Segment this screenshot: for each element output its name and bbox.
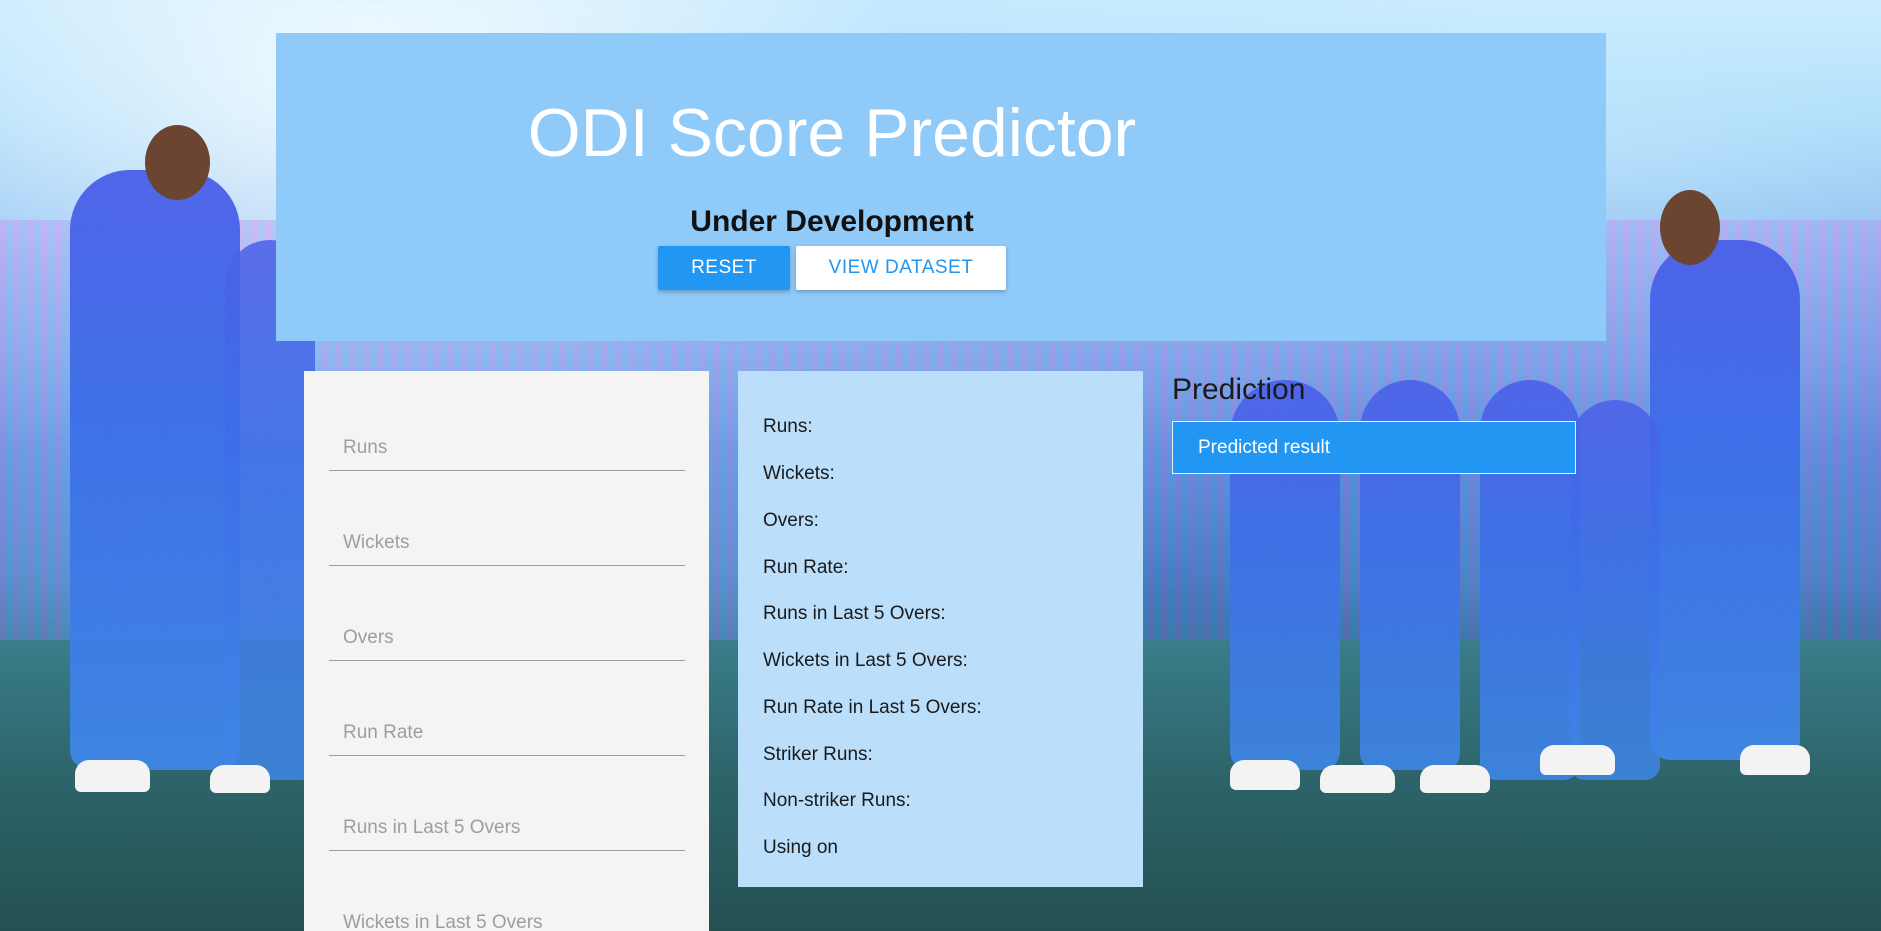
summary-run-rate: Run Rate: bbox=[763, 557, 849, 578]
wickets-last5-input[interactable] bbox=[329, 903, 685, 931]
summary-wickets: Wickets: bbox=[763, 463, 835, 484]
values-summary: Runs: Wickets: Overs: Run Rate: Runs in … bbox=[738, 371, 1143, 887]
summary-runs-last5: Runs in Last 5 Overs: bbox=[763, 603, 946, 624]
summary-striker-runs: Striker Runs: bbox=[763, 744, 873, 765]
overs-input[interactable] bbox=[329, 618, 685, 658]
runs-input[interactable] bbox=[329, 428, 685, 468]
header-card: ODI Score Predictor Under Development RE… bbox=[276, 33, 1606, 341]
runs-last5-input[interactable] bbox=[329, 808, 685, 848]
wickets-last5-field bbox=[329, 903, 685, 931]
summary-run-rate-last5: Run Rate in Last 5 Overs: bbox=[763, 697, 982, 718]
summary-runs: Runs: bbox=[763, 416, 813, 437]
page-title: ODI Score Predictor bbox=[527, 95, 1137, 171]
summary-using-on: Using on bbox=[763, 837, 838, 858]
summary-non-striker-runs: Non-striker Runs: bbox=[763, 790, 911, 811]
reset-button[interactable]: RESET bbox=[658, 246, 790, 290]
predicted-result: Predicted result bbox=[1172, 421, 1576, 474]
summary-overs: Overs: bbox=[763, 510, 819, 531]
runs-field bbox=[329, 428, 685, 471]
summary-wickets-last5: Wickets in Last 5 Overs: bbox=[763, 650, 968, 671]
page-subtitle: Under Development bbox=[690, 205, 974, 238]
prediction-title: Prediction bbox=[1172, 373, 1306, 406]
input-form bbox=[304, 371, 709, 931]
wickets-field bbox=[329, 523, 685, 566]
overs-field bbox=[329, 618, 685, 661]
view-dataset-button[interactable]: VIEW DATASET bbox=[796, 246, 1006, 290]
run-rate-input[interactable] bbox=[329, 713, 685, 753]
runs-last5-field bbox=[329, 808, 685, 851]
run-rate-field bbox=[329, 713, 685, 756]
wickets-input[interactable] bbox=[329, 523, 685, 563]
